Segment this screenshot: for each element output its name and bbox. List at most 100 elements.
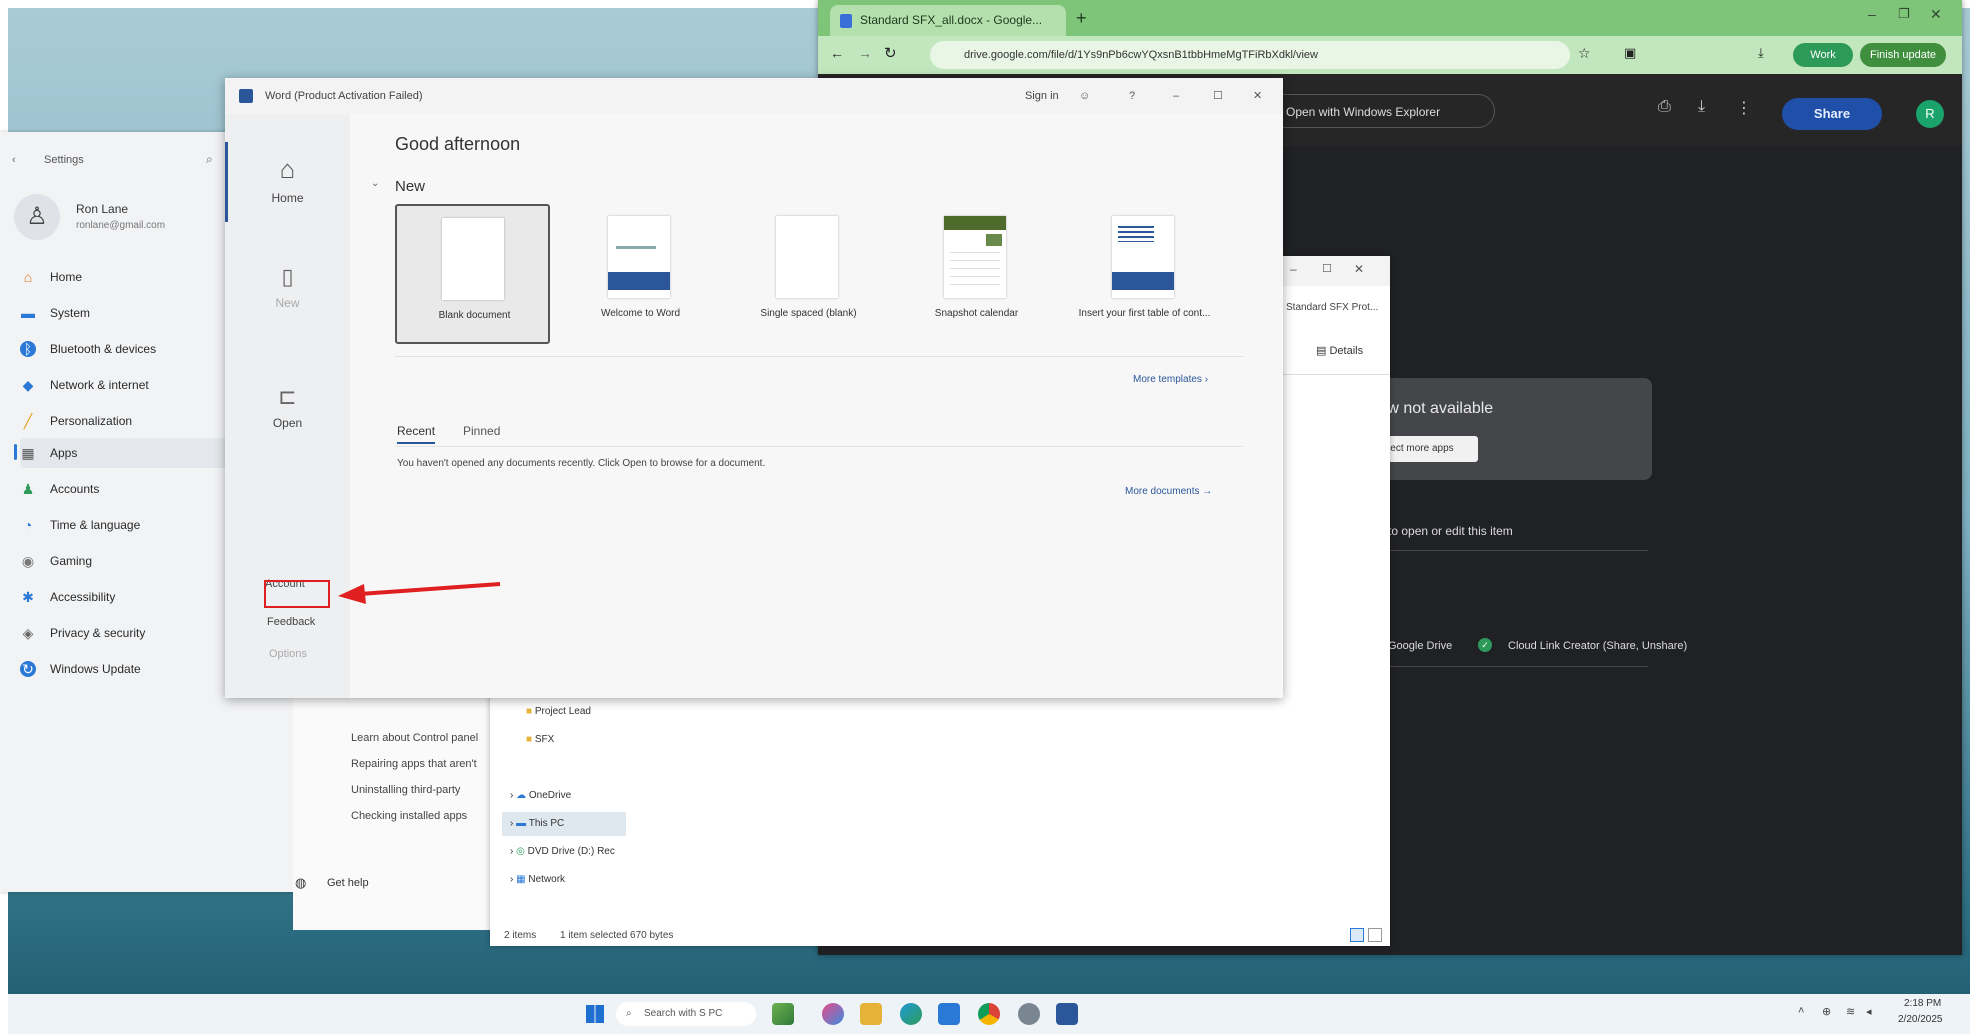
copilot-icon[interactable]: [822, 1003, 844, 1025]
settings-item-label: Gaming: [50, 554, 93, 568]
account-avatar[interactable]: R: [1916, 100, 1944, 128]
more-options-icon[interactable]: ⋮: [1736, 98, 1752, 118]
close-icon[interactable]: ✕: [1354, 262, 1364, 276]
settings-gear-icon[interactable]: [1018, 1003, 1040, 1025]
nav-options[interactable]: Options: [269, 648, 307, 660]
maximize-icon[interactable]: ☐: [1213, 78, 1223, 114]
close-icon[interactable]: ✕: [1930, 6, 1942, 23]
word-taskbar-icon[interactable]: [1056, 1003, 1078, 1025]
arrow-right-icon: →: [1202, 486, 1213, 497]
tree-item[interactable]: › ☁ OneDrive: [510, 790, 571, 801]
explorer-tab-label[interactable]: Standard SFX Prot...: [1286, 302, 1386, 313]
clock-time[interactable]: 2:18 PM: [1904, 998, 1941, 1009]
minimize-icon[interactable]: –: [1868, 6, 1876, 22]
tree-item-label: This PC: [528, 818, 565, 829]
collapse-new-icon[interactable]: ⌄: [371, 178, 379, 189]
file-explorer-icon[interactable]: [860, 1003, 882, 1025]
language-icon[interactable]: ⊕: [1822, 1005, 1831, 1018]
forward-icon[interactable]: →: [858, 45, 872, 61]
word-titlebar: Word (Product Activation Failed) Sign in…: [225, 78, 1283, 114]
back-arrow-icon[interactable]: ‹: [12, 154, 16, 166]
tree-item[interactable]: › ◎ DVD Drive (D:) Rec: [510, 846, 615, 857]
volume-icon[interactable]: ◂: [1866, 1005, 1872, 1018]
address-bar[interactable]: drive.google.com/file/d/1Ys9nPb6cwYQxsnB…: [930, 41, 1570, 69]
taskbar-search[interactable]: ⌕ Search with S PC: [616, 1002, 756, 1026]
google-drive-app[interactable]: Google Drive: [1388, 640, 1452, 652]
cloud-link-app[interactable]: Cloud Link Creator (Share, Unshare): [1508, 640, 1687, 652]
open-with-button[interactable]: Open with Windows Explorer: [1265, 94, 1495, 128]
help-link[interactable]: Uninstalling third-party: [351, 784, 460, 796]
reload-icon[interactable]: ↻: [884, 44, 897, 62]
nav-feedback[interactable]: Feedback: [267, 616, 315, 628]
tree-item[interactable]: ■ SFX: [526, 734, 554, 745]
accounts-icon: ♟: [21, 481, 35, 497]
open-with-label: Open with Windows Explorer: [1286, 105, 1441, 119]
share-button[interactable]: Share: [1782, 98, 1882, 130]
help-link[interactable]: Checking installed apps: [351, 810, 467, 822]
tab-recent[interactable]: Recent: [397, 424, 436, 444]
download-file-icon[interactable]: ⤓: [1698, 98, 1705, 116]
address-text: drive.google.com/file/d/1Ys9nPb6cwYQxsnB…: [964, 49, 1318, 61]
home-icon: ⌂: [279, 154, 296, 184]
nav-open[interactable]: ⊏ Open: [225, 384, 350, 430]
help-link[interactable]: Learn about Control panel: [351, 732, 478, 744]
maximize-icon[interactable]: ❐: [1898, 6, 1910, 22]
extension-icon[interactable]: ▣: [1624, 45, 1636, 61]
back-icon[interactable]: ←: [830, 45, 844, 61]
help-link[interactable]: Repairing apps that aren't: [351, 758, 477, 770]
apps-help-panel: Learn about Control panel Repairing apps…: [293, 690, 503, 930]
people-icon[interactable]: ☺: [1079, 78, 1090, 114]
bookmark-star-icon[interactable]: ☆: [1578, 45, 1591, 62]
settings-item-label: Accounts: [50, 482, 100, 496]
print-icon[interactable]: ⎙: [1658, 98, 1671, 116]
tree-item-selected[interactable]: › ▬ This PC: [502, 812, 626, 836]
tray-chevron-icon[interactable]: ˄: [1798, 1005, 1804, 1017]
tab-pinned[interactable]: Pinned: [463, 424, 500, 438]
download-icon[interactable]: ⤓: [1758, 45, 1764, 61]
arrow-right-icon: ›: [1204, 374, 1209, 385]
details-button[interactable]: ▤ Details: [1316, 344, 1363, 357]
gamepad-icon: ◉: [21, 553, 35, 569]
store-icon[interactable]: [938, 1003, 960, 1025]
tree-item[interactable]: ■ Project Lead: [526, 706, 591, 717]
template-snapshot-calendar[interactable]: Snapshot calendar: [899, 204, 1054, 344]
widgets-icon[interactable]: [772, 1003, 794, 1025]
get-help-link[interactable]: Get help: [327, 877, 369, 889]
work-profile-pill[interactable]: Work: [1793, 43, 1853, 67]
templates-divider: [395, 356, 1243, 357]
more-templates-link[interactable]: More templates ›: [1133, 374, 1208, 385]
word-app-icon: [239, 89, 253, 103]
dvd-icon: ◎: [516, 846, 525, 857]
chrome-tab-bar: Standard SFX_all.docx - Google... + – ❐ …: [818, 0, 1962, 36]
template-welcome[interactable]: Welcome to Word: [563, 204, 718, 344]
tree-item[interactable]: › ▦ Network: [510, 874, 565, 885]
template-single-spaced[interactable]: Single spaced (blank): [731, 204, 886, 344]
tiles-view-icon[interactable]: [1368, 928, 1382, 942]
nav-new[interactable]: ▯ New: [225, 264, 350, 310]
minimize-icon[interactable]: –: [1173, 78, 1179, 114]
taskbar: ⌕ Search with S PC ˄ ⊕ ≋ ◂ 2:18 PM 2/20/…: [8, 994, 1970, 1034]
help-icon[interactable]: ?: [1129, 78, 1135, 114]
details-view-icon[interactable]: [1350, 928, 1364, 942]
template-blank[interactable]: Blank document: [395, 204, 550, 344]
clock-date[interactable]: 2/20/2025: [1898, 1014, 1943, 1025]
minimize-icon[interactable]: –: [1290, 262, 1297, 276]
avatar[interactable]: ♙: [14, 194, 60, 240]
chrome-icon[interactable]: [978, 1003, 1000, 1025]
nav-home[interactable]: ⌂ Home: [225, 154, 350, 205]
chrome-tab[interactable]: Standard SFX_all.docx - Google...: [830, 5, 1066, 36]
maximize-icon[interactable]: ☐: [1322, 262, 1332, 275]
tabs-divider: [395, 446, 1243, 447]
close-icon[interactable]: ✕: [1253, 78, 1262, 114]
wifi-status-icon[interactable]: ≋: [1846, 1005, 1855, 1018]
status-items: 2 items: [504, 930, 537, 941]
more-documents-link[interactable]: More documents →: [1125, 486, 1212, 497]
new-tab-icon[interactable]: +: [1076, 8, 1087, 29]
sign-in-link[interactable]: Sign in: [1025, 78, 1059, 114]
start-icon[interactable]: [586, 1005, 604, 1023]
search-icon[interactable]: ⌕: [206, 152, 213, 167]
template-table-of-contents[interactable]: Insert your first table of cont...: [1067, 204, 1222, 344]
edge-icon[interactable]: [900, 1003, 922, 1025]
template-thumbnail: [442, 218, 504, 300]
finish-update-button[interactable]: Finish update: [1860, 43, 1946, 67]
